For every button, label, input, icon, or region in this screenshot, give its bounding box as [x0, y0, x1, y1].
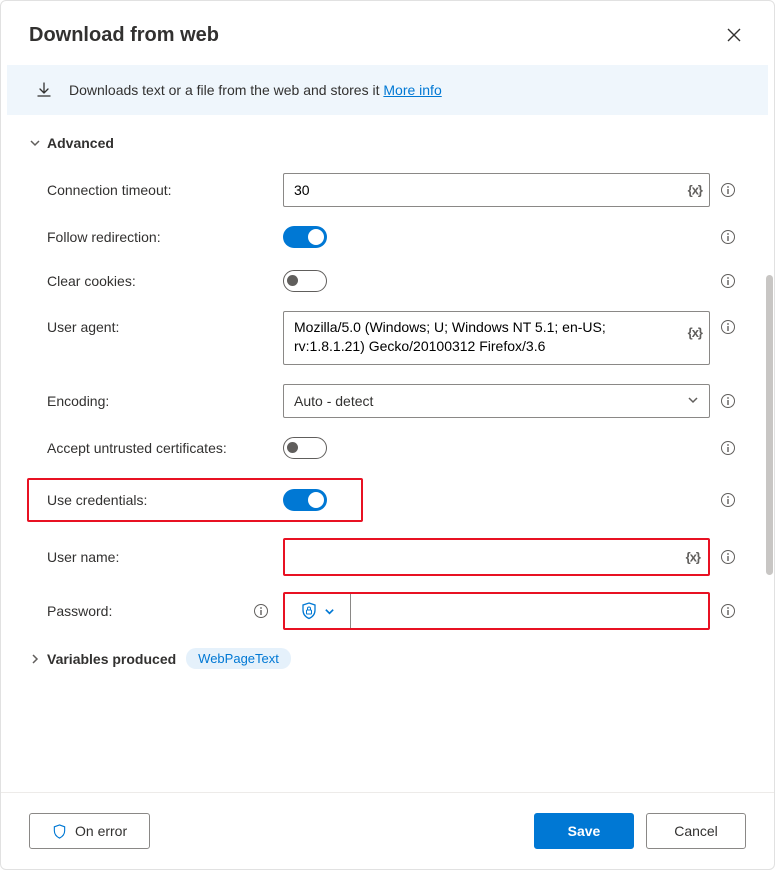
- on-error-label: On error: [75, 823, 127, 839]
- row-user-agent: User agent: {x}: [29, 303, 746, 376]
- info-icon[interactable]: [720, 393, 736, 409]
- password-credential-picker[interactable]: [285, 594, 351, 628]
- toggle-clear-cookies[interactable]: [283, 270, 327, 292]
- dialog-body: Advanced Connection timeout: {x} Follow …: [1, 115, 774, 792]
- input-connection-timeout[interactable]: [283, 173, 710, 207]
- info-icon[interactable]: [720, 182, 736, 198]
- label-clear-cookies: Clear cookies:: [47, 273, 136, 289]
- info-icon[interactable]: [720, 440, 736, 456]
- row-connection-timeout: Connection timeout: {x}: [29, 165, 746, 215]
- info-icon[interactable]: [720, 549, 736, 565]
- save-label: Save: [568, 823, 601, 839]
- variable-pill-webpagetext[interactable]: WebPageText: [186, 648, 291, 669]
- label-encoding: Encoding:: [47, 393, 109, 409]
- shield-icon: [52, 824, 67, 839]
- row-accept-untrusted: Accept untrusted certificates:: [29, 426, 746, 470]
- cancel-label: Cancel: [674, 823, 718, 839]
- row-follow-redirection: Follow redirection:: [29, 215, 746, 259]
- label-accept-untrusted: Accept untrusted certificates:: [47, 440, 227, 456]
- banner-desc: Downloads text or a file from the web an…: [69, 82, 383, 98]
- chevron-down-icon: [324, 606, 335, 617]
- chevron-down-icon: [687, 393, 699, 409]
- footer: On error Save Cancel: [1, 792, 774, 869]
- label-password: Password:: [47, 603, 112, 619]
- variable-picker-icon[interactable]: {x}: [688, 183, 702, 198]
- section-variables-toggle[interactable]: Variables produced: [29, 651, 176, 667]
- toggle-use-credentials[interactable]: [283, 489, 327, 511]
- row-use-credentials: Use credentials:: [29, 470, 746, 530]
- close-icon: [726, 27, 742, 43]
- chevron-right-icon: [29, 653, 41, 665]
- row-clear-cookies: Clear cookies:: [29, 259, 746, 303]
- variable-picker-icon[interactable]: {x}: [688, 325, 702, 340]
- label-user-agent: User agent:: [47, 319, 119, 335]
- variable-picker-icon[interactable]: {x}: [686, 550, 700, 565]
- label-follow-redirection: Follow redirection:: [47, 229, 161, 245]
- info-icon[interactable]: [253, 603, 269, 619]
- dialog-title: Download from web: [29, 24, 219, 47]
- toggle-accept-untrusted[interactable]: [283, 437, 327, 459]
- dialog-download-from-web: Download from web Downloads text or a fi…: [0, 0, 775, 870]
- info-icon[interactable]: [720, 319, 736, 335]
- toggle-follow-redirection[interactable]: [283, 226, 327, 248]
- banner-text: Downloads text or a file from the web an…: [69, 82, 442, 98]
- download-icon: [35, 81, 53, 99]
- row-user-name: User name: {x}: [29, 530, 746, 584]
- input-user-agent[interactable]: [283, 311, 710, 365]
- more-info-link[interactable]: More info: [383, 82, 441, 98]
- info-icon[interactable]: [720, 603, 736, 619]
- info-icon[interactable]: [720, 273, 736, 289]
- save-button[interactable]: Save: [534, 813, 634, 849]
- scrollbar-thumb[interactable]: [766, 275, 773, 575]
- close-button[interactable]: [722, 23, 746, 47]
- cancel-button[interactable]: Cancel: [646, 813, 746, 849]
- row-password: Password:: [29, 584, 746, 638]
- section-variables-label: Variables produced: [47, 651, 176, 667]
- select-encoding[interactable]: Auto - detect: [283, 384, 710, 418]
- info-icon[interactable]: [720, 492, 736, 508]
- info-icon[interactable]: [720, 229, 736, 245]
- chevron-down-icon: [29, 137, 41, 149]
- section-advanced-label: Advanced: [47, 135, 114, 151]
- shield-lock-icon: [300, 602, 318, 620]
- info-banner: Downloads text or a file from the web an…: [7, 65, 768, 115]
- section-advanced-toggle[interactable]: Advanced: [29, 135, 746, 151]
- on-error-button[interactable]: On error: [29, 813, 150, 849]
- select-encoding-value: Auto - detect: [294, 393, 373, 409]
- input-password[interactable]: [351, 594, 708, 628]
- input-user-name[interactable]: [285, 540, 708, 574]
- label-connection-timeout: Connection timeout:: [47, 182, 172, 198]
- label-use-credentials: Use credentials:: [47, 492, 147, 508]
- section-variables-produced: Variables produced WebPageText: [29, 638, 746, 675]
- label-user-name: User name:: [47, 549, 119, 565]
- title-bar: Download from web: [1, 1, 774, 65]
- row-encoding: Encoding: Auto - detect: [29, 376, 746, 426]
